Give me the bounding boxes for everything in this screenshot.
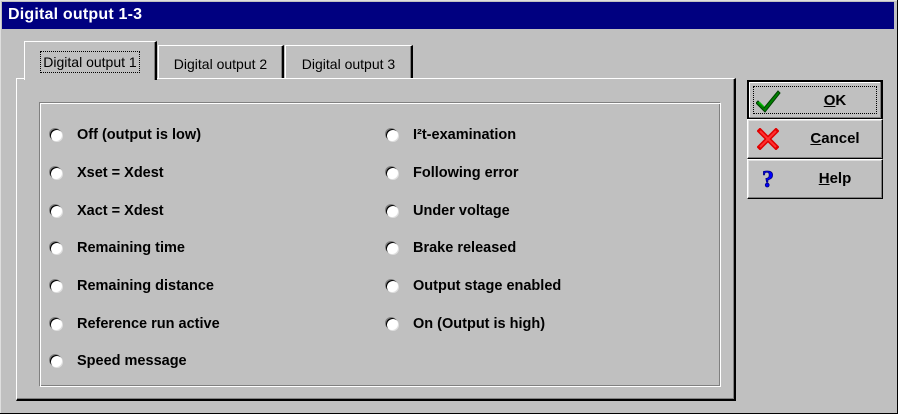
radio-button[interactable] bbox=[50, 355, 62, 367]
svg-text:?: ? bbox=[762, 167, 774, 192]
radio-label: Output stage enabled bbox=[413, 278, 562, 294]
radio-label: Xact = Xdest bbox=[77, 203, 164, 219]
cancel-button[interactable]: Cancel bbox=[747, 119, 883, 159]
tab-label: Digital output 1 bbox=[40, 51, 140, 73]
radio-on-output-high[interactable]: On (Output is high) bbox=[386, 314, 545, 334]
ok-label: OK bbox=[823, 92, 847, 109]
radio-speed-message[interactable]: Speed message bbox=[50, 351, 187, 371]
radio-button[interactable] bbox=[50, 280, 62, 292]
radio-i2t-examination[interactable]: I²t-examination bbox=[386, 125, 516, 145]
radio-button[interactable] bbox=[386, 129, 398, 141]
radio-under-voltage[interactable]: Under voltage bbox=[386, 201, 510, 221]
radio-label: Remaining distance bbox=[77, 278, 214, 294]
ok-button[interactable]: OK bbox=[747, 80, 883, 120]
tab-digital-output-3[interactable]: Digital output 3 bbox=[285, 45, 413, 78]
radio-label: Speed message bbox=[77, 353, 187, 369]
radio-label: I²t-examination bbox=[413, 127, 517, 143]
radio-label: Following error bbox=[413, 165, 519, 181]
help-label: Help bbox=[818, 170, 852, 187]
radio-label: Remaining time bbox=[77, 240, 185, 256]
tab-digital-output-1[interactable]: Digital output 1 bbox=[24, 41, 157, 80]
window-title: Digital output 1-3 bbox=[8, 6, 143, 23]
radio-label: Xset = Xdest bbox=[77, 165, 164, 181]
radio-label: Reference run active bbox=[77, 316, 220, 332]
radio-off-output-low[interactable]: Off (output is low) bbox=[50, 125, 201, 145]
radio-button[interactable] bbox=[386, 167, 398, 179]
tab-label: Digital output 3 bbox=[301, 56, 396, 72]
radio-label: On (Output is high) bbox=[413, 316, 546, 332]
radio-xset-xdest[interactable]: Xset = Xdest bbox=[50, 163, 164, 183]
red-x-icon bbox=[755, 126, 781, 152]
radio-button[interactable] bbox=[386, 205, 398, 217]
checkmark-icon bbox=[756, 88, 782, 114]
radio-button[interactable] bbox=[386, 318, 398, 330]
radio-button[interactable] bbox=[50, 167, 62, 179]
title-bar[interactable]: Digital output 1-3 bbox=[2, 2, 894, 29]
radio-button[interactable] bbox=[50, 242, 62, 254]
cancel-label: Cancel bbox=[810, 130, 860, 147]
radio-remaining-time[interactable]: Remaining time bbox=[50, 238, 185, 258]
question-mark-icon: ? bbox=[755, 166, 781, 192]
help-button[interactable]: ? Help bbox=[747, 159, 883, 199]
radio-button[interactable] bbox=[50, 205, 62, 217]
radio-button[interactable] bbox=[50, 129, 62, 141]
radio-brake-released[interactable]: Brake released bbox=[386, 238, 516, 258]
radio-label: Under voltage bbox=[413, 203, 510, 219]
radio-xact-xdest[interactable]: Xact = Xdest bbox=[50, 201, 164, 221]
radio-button[interactable] bbox=[386, 280, 398, 292]
radio-label: Brake released bbox=[413, 240, 517, 256]
radio-button[interactable] bbox=[386, 242, 398, 254]
radio-label: Off (output is low) bbox=[77, 127, 202, 143]
radio-output-stage-enabled[interactable]: Output stage enabled bbox=[386, 276, 561, 296]
radio-following-error[interactable]: Following error bbox=[386, 163, 519, 183]
tab-digital-output-2[interactable]: Digital output 2 bbox=[158, 45, 284, 78]
tab-label: Digital output 2 bbox=[173, 56, 268, 72]
radio-reference-run-active[interactable]: Reference run active bbox=[50, 314, 220, 334]
radio-button[interactable] bbox=[50, 318, 62, 330]
radio-remaining-distance[interactable]: Remaining distance bbox=[50, 276, 214, 296]
